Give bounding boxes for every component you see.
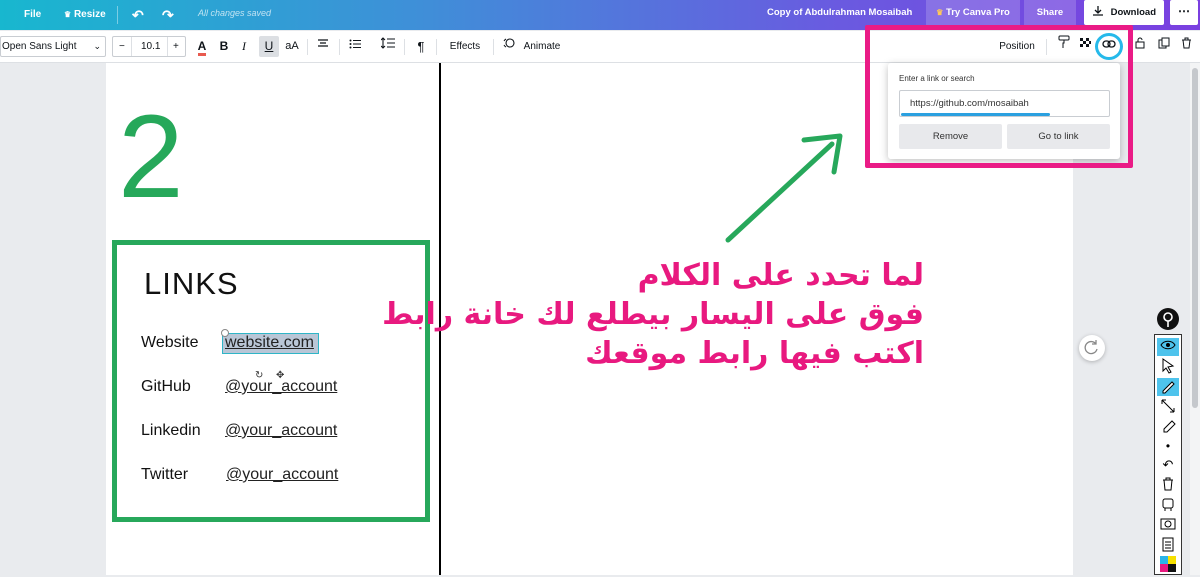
line-tool-icon[interactable]	[1157, 398, 1179, 416]
crown-icon: ♛	[64, 10, 72, 19]
refresh-button[interactable]	[1079, 335, 1105, 361]
pen-nib-icon	[1163, 312, 1173, 327]
pink-highlight-box	[865, 25, 1133, 168]
crown-icon: ♛	[936, 8, 944, 17]
save-status: All changes saved	[198, 8, 272, 18]
spacing-icon[interactable]	[379, 31, 397, 62]
pencil-icon[interactable]	[1157, 378, 1179, 396]
big-number-heading[interactable]: 2	[118, 92, 184, 222]
bold-button[interactable]: B	[216, 31, 232, 62]
twitter-label: Twitter	[141, 466, 189, 483]
chevron-down-icon: ⌄	[93, 41, 101, 51]
divider	[117, 6, 118, 24]
more-options-icon[interactable]: ⋯	[1170, 0, 1198, 25]
trash-icon[interactable]	[1157, 476, 1179, 494]
trash-icon[interactable]	[1179, 31, 1193, 62]
linkedin-link-text[interactable]: @your_account	[225, 422, 337, 440]
underline-button[interactable]: U	[259, 36, 279, 57]
scrollbar-thumb[interactable]	[1192, 68, 1198, 408]
linkedin-label: Linkedin	[141, 422, 201, 439]
font-size-value[interactable]: 10.1	[141, 37, 160, 56]
divider	[167, 37, 168, 56]
divider	[339, 39, 340, 55]
animate-icon	[503, 31, 515, 62]
text-color-icon: A	[197, 39, 207, 56]
link-icon-highlight-circle	[1095, 33, 1123, 60]
try-pro-label: Try Canva Pro	[945, 7, 1010, 18]
italic-button[interactable]: I	[237, 31, 251, 62]
file-menu-button[interactable]: File	[24, 0, 41, 30]
refresh-icon	[1084, 340, 1098, 355]
arabic-instruction-text: لما تحدد على الكلام فوق على اليسار بيطلع…	[382, 256, 924, 373]
paragraph-icon[interactable]: ¶	[413, 31, 429, 62]
divider	[493, 39, 494, 55]
camera-icon[interactable]	[1157, 516, 1179, 534]
font-family-select[interactable]: Open Sans Light ⌄	[0, 36, 106, 57]
animate-button[interactable]: Animate	[520, 31, 564, 62]
undo-icon[interactable]: ↶	[1157, 456, 1179, 474]
cursor-arrow-icon[interactable]	[1157, 358, 1179, 376]
undo-icon[interactable]: ↶	[132, 0, 144, 30]
text-color-button[interactable]: A	[194, 31, 210, 62]
annotation-tool-logo[interactable]	[1157, 308, 1179, 330]
arabic-line: فوق على اليسار بيطلع لك خانة رابط	[382, 297, 924, 332]
letter-case-button[interactable]: aA	[283, 31, 301, 62]
github-link-text[interactable]: @your_account	[225, 378, 337, 396]
decrease-size-button[interactable]: −	[119, 37, 125, 56]
divider	[404, 39, 405, 55]
lock-icon[interactable]	[1133, 31, 1147, 62]
github-label: GitHub	[141, 378, 191, 395]
list-icon[interactable]	[346, 31, 364, 62]
download-button[interactable]: Download	[1084, 0, 1164, 25]
duplicate-icon[interactable]	[1157, 31, 1171, 62]
divider	[131, 37, 132, 56]
website-link-text[interactable]: website.com	[225, 334, 314, 352]
redo-icon[interactable]: ↷	[162, 0, 174, 30]
document-title[interactable]: Copy of Abdulrahman Mosaibah	[767, 0, 912, 26]
green-arrow-annotation	[725, 133, 843, 243]
divider	[436, 39, 437, 55]
share-button[interactable]: Share	[1024, 0, 1076, 25]
eraser-icon[interactable]	[1157, 417, 1179, 435]
dot-size-icon[interactable]: •	[1157, 437, 1179, 455]
resize-label: Resize	[73, 9, 106, 20]
links-title[interactable]: LINKS	[144, 266, 239, 302]
font-family-value: Open Sans Light	[2, 41, 77, 52]
clipboard-icon[interactable]	[1157, 536, 1179, 554]
resize-button[interactable]: ♛ Resize	[64, 0, 106, 30]
arabic-line: اكتب فيها رابط موقعك	[585, 336, 924, 371]
font-size-stepper[interactable]: − 10.1 +	[112, 36, 186, 57]
try-canva-pro-button[interactable]: ♛ Try Canva Pro	[926, 0, 1020, 25]
twitter-link-text[interactable]: @your_account	[226, 466, 338, 484]
download-icon	[1092, 6, 1103, 16]
increase-size-button[interactable]: +	[173, 37, 179, 56]
eye-icon[interactable]	[1157, 338, 1179, 356]
arabic-line: لما تحدد على الكلام	[637, 258, 924, 293]
align-center-icon[interactable]	[314, 31, 332, 62]
effects-button[interactable]: Effects	[446, 31, 484, 62]
divider	[307, 39, 308, 55]
color-palette-icon[interactable]	[1157, 556, 1179, 574]
website-label: Website	[141, 334, 199, 351]
bucket-icon[interactable]	[1157, 496, 1179, 514]
download-label: Download	[1110, 7, 1157, 18]
